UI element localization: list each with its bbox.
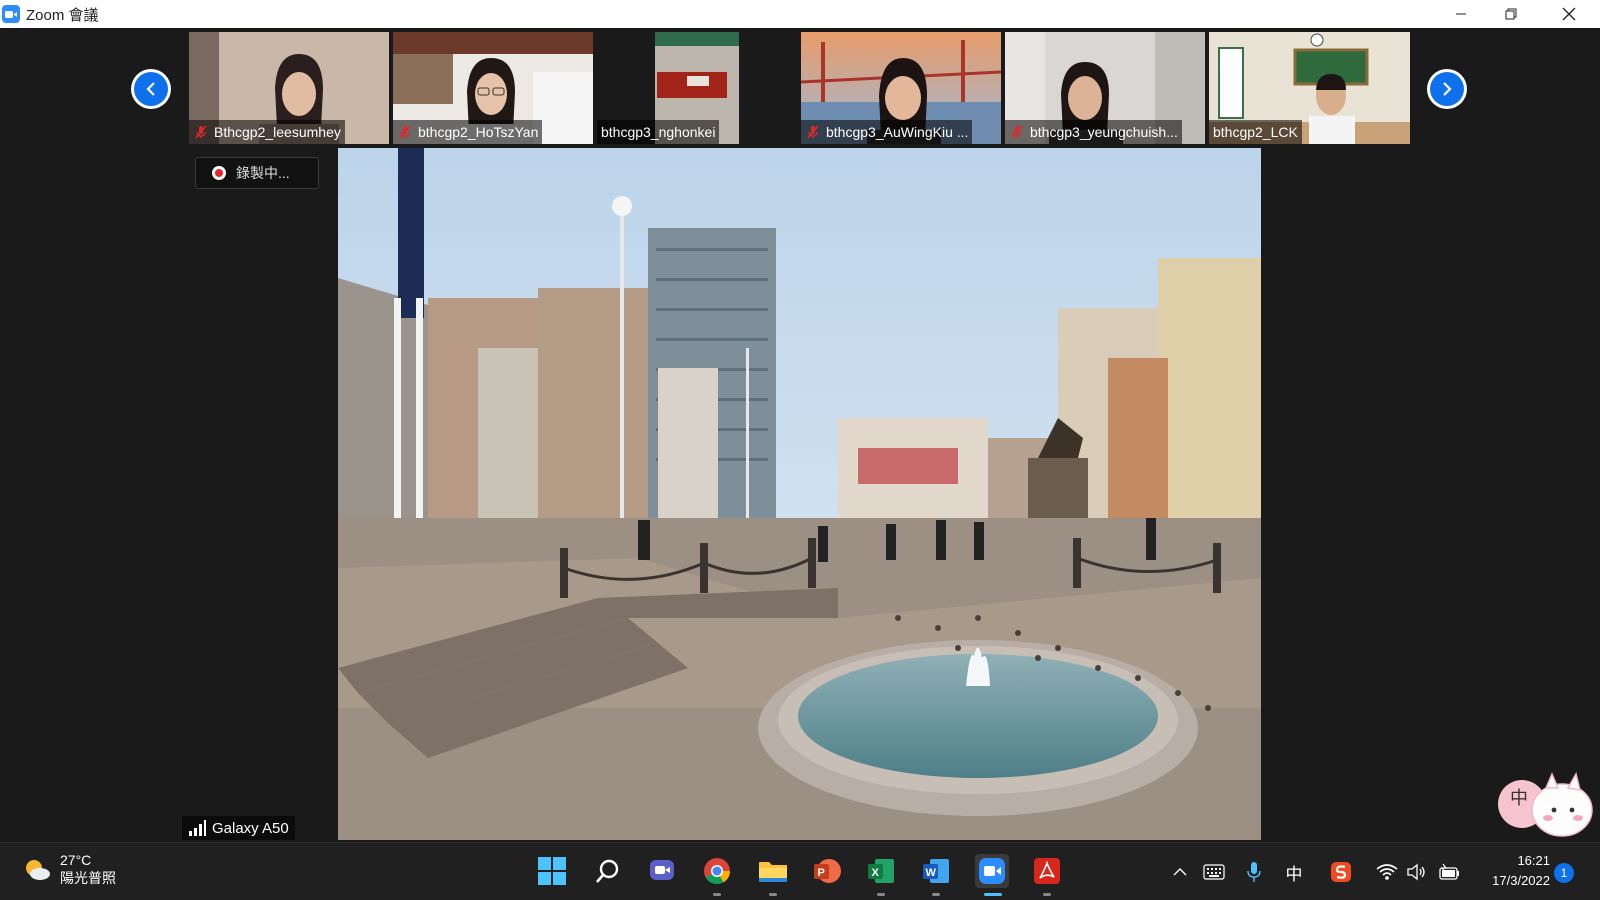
device-name: Galaxy A50: [212, 819, 289, 837]
teams-chat-button[interactable]: [645, 854, 679, 888]
weather-temp: 27°C: [60, 852, 92, 868]
teams-chat-icon: [650, 860, 674, 880]
word-button[interactable]: W: [919, 854, 953, 888]
file-explorer-icon: [759, 862, 787, 882]
svg-text:P: P: [818, 867, 825, 879]
chrome-icon: [704, 858, 731, 885]
sticker-label: 中: [1510, 788, 1528, 808]
recording-indicator[interactable]: 錄製中...: [195, 157, 319, 189]
show-hidden-icons-button[interactable]: [1167, 859, 1193, 885]
battery-icon: [1439, 863, 1459, 880]
participant-name-tag: Bthcgp2_leesumhey: [189, 120, 345, 144]
signal-bars-icon: [189, 820, 206, 836]
participant-name-tag: bthcgp3_AuWingKiu ...: [801, 120, 973, 144]
search-icon: [596, 859, 619, 883]
svg-text:W: W: [926, 867, 937, 879]
participant-name-tag: bthcgp3_yeungchuish...: [1005, 120, 1182, 144]
wifi-button[interactable]: [1374, 859, 1400, 885]
mic-muted-icon: [195, 125, 207, 139]
windows-start-icon: [538, 857, 566, 885]
ime-mascot-sticker[interactable]: 中: [1498, 770, 1594, 840]
word-icon: W: [923, 859, 949, 883]
excel-button[interactable]: X: [864, 854, 898, 888]
participant-name: bthcgp2_HoTszYan: [418, 124, 539, 140]
zoom-camera-icon: [2, 5, 20, 23]
microphone-tray-button[interactable]: [1241, 859, 1267, 885]
system-clock[interactable]: 16:21 17/3/2022: [1470, 851, 1550, 891]
title-bar: Zoom 會議: [0, 0, 1600, 28]
participant-name-tag: bthcgp2_LCK: [1209, 120, 1302, 144]
recording-label: 錄製中...: [236, 165, 290, 181]
prev-page-button[interactable]: [131, 69, 171, 109]
volume-icon: [1407, 863, 1425, 881]
powerpoint-icon: P: [814, 859, 841, 883]
acrobat-icon: [1034, 858, 1060, 884]
participant-tile[interactable]: bthcgp3_nghonkei: [597, 32, 739, 144]
next-page-button[interactable]: [1427, 69, 1467, 109]
microphone-icon: [1247, 862, 1261, 882]
chevron-up-icon: [1173, 868, 1187, 876]
zoom-taskbar-button[interactable]: [975, 854, 1009, 888]
touch-keyboard-button[interactable]: [1201, 859, 1227, 885]
mic-muted-icon: [807, 125, 819, 139]
mic-muted-icon: [1011, 125, 1023, 139]
restore-icon: [1505, 8, 1517, 20]
file-explorer-button[interactable]: [756, 854, 790, 888]
keyboard-icon: [1203, 864, 1225, 880]
clock-date: 17/3/2022: [1492, 873, 1550, 888]
zoom-icon: [979, 858, 1005, 884]
volume-button[interactable]: [1404, 859, 1430, 885]
shared-camera-scene: [338, 148, 1261, 840]
powerpoint-button[interactable]: P: [810, 854, 844, 888]
active-speaker-video: [338, 148, 1261, 840]
participant-name: bthcgp2_LCK: [1213, 124, 1298, 140]
record-dot-icon: [212, 166, 226, 180]
ime-icon: 中: [1285, 864, 1303, 884]
chevron-left-icon: [146, 82, 155, 96]
minimize-icon: [1456, 13, 1466, 15]
participant-tile[interactable]: bthcgp3_yeungchuish...: [1005, 32, 1205, 144]
participant-name: bthcgp3_AuWingKiu ...: [826, 124, 969, 140]
battery-button[interactable]: [1436, 859, 1462, 885]
acrobat-button[interactable]: [1030, 854, 1064, 888]
close-icon: [1562, 7, 1576, 21]
window-title: Zoom 會議: [26, 6, 99, 24]
ime-button[interactable]: 中: [1281, 859, 1307, 885]
close-button[interactable]: [1546, 0, 1592, 28]
windows-start-button[interactable]: [535, 854, 569, 888]
minimize-button[interactable]: [1438, 0, 1484, 28]
wifi-icon: [1376, 864, 1398, 880]
chevron-right-icon: [1443, 82, 1452, 96]
sun-cloud-icon: [26, 860, 50, 880]
meeting-area: Bthcgp2_leesumhey bthcgp2_HoTszYan bthcg…: [0, 28, 1600, 842]
windows-taskbar: 27°C 陽光普照 P X W 中 16:21 17/3/2022 1: [0, 842, 1600, 900]
mic-muted-icon: [399, 125, 411, 139]
sogou-button[interactable]: [1328, 859, 1354, 885]
participant-name: bthcgp3_nghonkei: [601, 124, 716, 140]
svg-text:X: X: [872, 867, 880, 879]
search-button[interactable]: [591, 854, 625, 888]
participant-tile[interactable]: bthcgp2_HoTszYan: [393, 32, 593, 144]
participant-tile[interactable]: bthcgp2_LCK: [1209, 32, 1410, 144]
participant-tile[interactable]: Bthcgp2_leesumhey: [189, 32, 389, 144]
participant-name: Bthcgp2_leesumhey: [214, 124, 341, 140]
sogou-icon: [1331, 862, 1351, 882]
clock-time: 16:21: [1517, 853, 1550, 868]
restore-button[interactable]: [1488, 0, 1534, 28]
notification-badge[interactable]: 1: [1554, 863, 1574, 883]
active-speaker-name-tag: Galaxy A50: [182, 816, 295, 840]
participant-name-tag: bthcgp3_nghonkei: [597, 120, 720, 144]
participant-name: bthcgp3_yeungchuish...: [1030, 124, 1178, 140]
weather-condition: 陽光普照: [60, 870, 116, 886]
participant-tile[interactable]: bthcgp3_AuWingKiu ...: [801, 32, 1001, 144]
excel-icon: X: [868, 859, 894, 883]
chrome-button[interactable]: [700, 854, 734, 888]
participant-name-tag: bthcgp2_HoTszYan: [393, 120, 543, 144]
weather-widget[interactable]: 27°C 陽光普照: [22, 851, 116, 887]
